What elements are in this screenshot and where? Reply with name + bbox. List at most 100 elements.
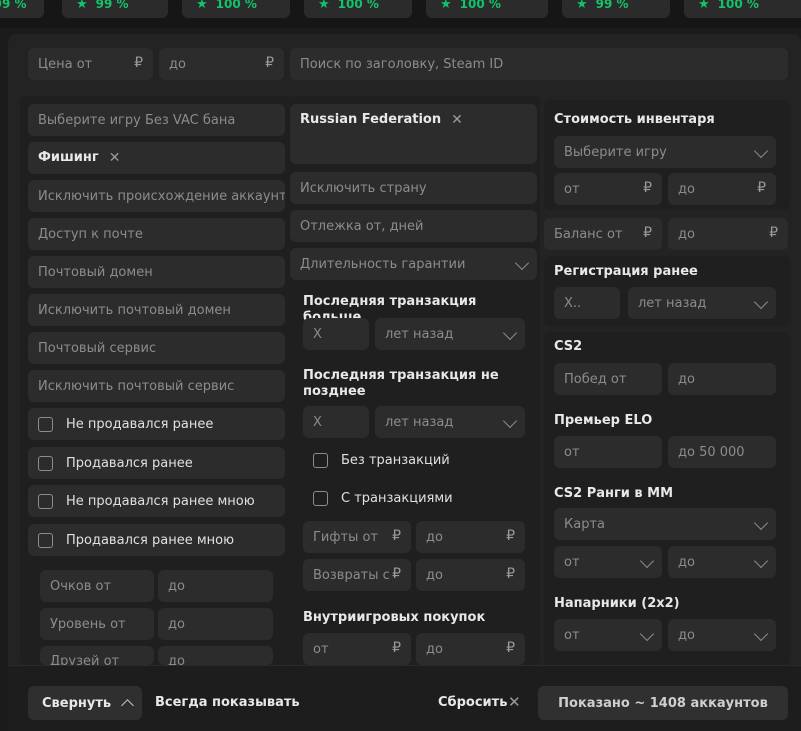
wins-from-input[interactable]: Побед от	[554, 363, 662, 395]
game-no-vac-select[interactable]: Выберите игру Без VAC бана	[28, 104, 285, 136]
last-tx-not-later-unit-select[interactable]: лет назад	[375, 406, 525, 438]
chevron-down-icon	[753, 553, 769, 569]
last-tx-more-unit-select[interactable]: лет назад	[375, 318, 525, 350]
registration-label: Регистрация ранее	[554, 264, 698, 279]
exclude-country-select[interactable]: Исключить страну	[290, 172, 537, 204]
last-tx-more-value-input[interactable]: X	[303, 318, 369, 350]
rating-chip[interactable]: ★ 100 %	[684, 0, 801, 18]
wingman-to-select[interactable]: до	[668, 619, 776, 651]
registration-value-input[interactable]: X..	[554, 287, 620, 319]
rating-chip[interactable]: ★ 100 %	[182, 0, 290, 18]
last-tx-not-later-label: Последняя транзакция не позднее	[303, 368, 499, 399]
mail-access-select[interactable]: Доступ к почте	[28, 218, 285, 250]
exclude-mail-domain-input[interactable]: Исключить почтовый домен	[28, 294, 285, 326]
wingman-from-select[interactable]: от	[554, 619, 662, 651]
always-show-toggle[interactable]: Всегда показывать	[155, 695, 300, 710]
star-icon: ★	[76, 0, 88, 12]
exclude-origin-select[interactable]: Исключить происхождение аккаунта	[28, 180, 285, 212]
checkbox-icon[interactable]	[38, 455, 53, 471]
chevron-up-icon	[121, 699, 134, 712]
chevron-down-icon	[753, 143, 769, 159]
friends-to-input[interactable]: до	[158, 646, 273, 665]
show-results-button[interactable]: Показано ~ 1408 аккаунтов	[538, 686, 788, 720]
level-to-input[interactable]: до	[158, 608, 273, 640]
top-rating-strip: ★99 % ★99 % ★100 % ★100 % ★100 % ★99 % ★…	[0, 0, 801, 28]
close-icon[interactable]: ✕	[508, 693, 521, 711]
star-icon: ★	[318, 0, 330, 12]
refunds-from-input[interactable]: Возвраты с ₽	[303, 559, 411, 591]
chevron-down-icon	[502, 325, 518, 341]
inventory-from-input[interactable]: от ₽	[554, 173, 662, 205]
close-icon[interactable]: ✕	[109, 150, 121, 166]
map-select[interactable]: Карта	[554, 508, 776, 540]
inventory-value-label: Стоимость инвентаря	[554, 112, 715, 127]
rating-chip[interactable]: ★ 100 %	[304, 0, 412, 18]
ingame-from-input[interactable]: от ₽	[303, 633, 411, 665]
star-icon: ★	[196, 0, 208, 12]
points-from-input[interactable]: Очков от	[40, 570, 154, 602]
checkbox-no-transactions[interactable]: Без транзакций	[303, 444, 525, 476]
checkbox-icon[interactable]	[313, 452, 328, 468]
mail-domain-input[interactable]: Почтовый домен	[28, 256, 285, 288]
level-from-input[interactable]: Уровень от	[40, 608, 154, 640]
premier-elo-label: Премьер ELO	[554, 413, 653, 428]
hold-days-input[interactable]: Отлежка от, дней	[290, 210, 537, 242]
ruble-icon: ₽	[506, 640, 515, 656]
registration-unit-select[interactable]: лет назад	[628, 287, 776, 319]
chevron-down-icon	[502, 413, 518, 429]
refunds-to-input[interactable]: до ₽	[416, 559, 525, 591]
ruble-icon: ₽	[757, 180, 766, 196]
wins-to-input[interactable]: до	[668, 363, 776, 395]
elo-to-input[interactable]: до 50 000	[668, 436, 776, 468]
points-to-input[interactable]: до	[158, 570, 273, 602]
rating-chip[interactable]: ★99 %	[62, 0, 168, 18]
reset-button[interactable]: Сбросить	[438, 695, 507, 710]
checkbox-icon[interactable]	[313, 490, 328, 506]
rating-chip[interactable]: ★99 %	[0, 0, 44, 18]
gifts-from-input[interactable]: Гифты от ₽	[303, 521, 411, 553]
tag-phishing[interactable]: Фишинг ✕	[28, 142, 285, 174]
price-from-input[interactable]: Цена от ₽	[28, 48, 153, 80]
ruble-icon: ₽	[769, 225, 778, 241]
cs2-ranks-label: CS2 Ранги в ММ	[554, 486, 674, 501]
balance-from-input[interactable]: Баланс от ₽	[544, 218, 662, 250]
ruble-icon: ₽	[506, 528, 515, 544]
ruble-icon: ₽	[392, 640, 401, 656]
cs2-label: CS2	[554, 339, 583, 354]
ruble-icon: ₽	[134, 55, 143, 71]
mail-service-select[interactable]: Почтовый сервис	[28, 332, 285, 364]
inventory-game-select[interactable]: Выберите игру	[554, 136, 776, 168]
checkbox-icon[interactable]	[38, 532, 53, 548]
checkbox-sold-before[interactable]: Продавался ранее	[28, 447, 285, 479]
inventory-to-input[interactable]: до ₽	[668, 173, 776, 205]
search-input[interactable]: Поиск по заголовку, Steam ID	[290, 48, 788, 80]
wingman-label: Напарники (2x2)	[554, 596, 680, 611]
checkbox-not-sold-before[interactable]: Не продавался ранее	[28, 408, 285, 440]
checkbox-icon[interactable]	[38, 493, 53, 509]
star-icon: ★	[440, 0, 452, 12]
last-tx-not-later-value-input[interactable]: X	[303, 406, 369, 438]
rank-from-select[interactable]: от	[554, 546, 662, 578]
checkbox-with-transactions[interactable]: С транзакциями	[303, 482, 525, 514]
rank-to-select[interactable]: до	[668, 546, 776, 578]
friends-from-input[interactable]: Друзей от	[40, 646, 154, 665]
ruble-icon: ₽	[265, 55, 274, 71]
checkbox-not-sold-by-me[interactable]: Не продавался ранее мною	[28, 485, 285, 517]
collapse-button[interactable]: Свернуть	[28, 686, 142, 720]
price-to-input[interactable]: до ₽	[159, 48, 284, 80]
ruble-icon: ₽	[643, 180, 652, 196]
balance-to-input[interactable]: до ₽	[668, 218, 788, 250]
ingame-to-input[interactable]: до ₽	[416, 633, 525, 665]
rating-chip[interactable]: ★99 %	[562, 0, 670, 18]
warranty-select[interactable]: Длительность гарантии	[290, 248, 537, 280]
tag-country[interactable]: Russian Federation ✕	[290, 104, 537, 164]
checkbox-sold-by-me[interactable]: Продавался ранее мною	[28, 524, 285, 556]
checkbox-icon[interactable]	[38, 416, 53, 432]
close-icon[interactable]: ✕	[451, 112, 463, 128]
ruble-icon: ₽	[392, 566, 401, 582]
exclude-mail-service-select[interactable]: Исключить почтовый сервис	[28, 370, 285, 402]
elo-from-input[interactable]: от	[554, 436, 662, 468]
rating-chip[interactable]: ★ 100 %	[426, 0, 548, 18]
ruble-icon: ₽	[392, 528, 401, 544]
gifts-to-input[interactable]: до ₽	[416, 521, 525, 553]
